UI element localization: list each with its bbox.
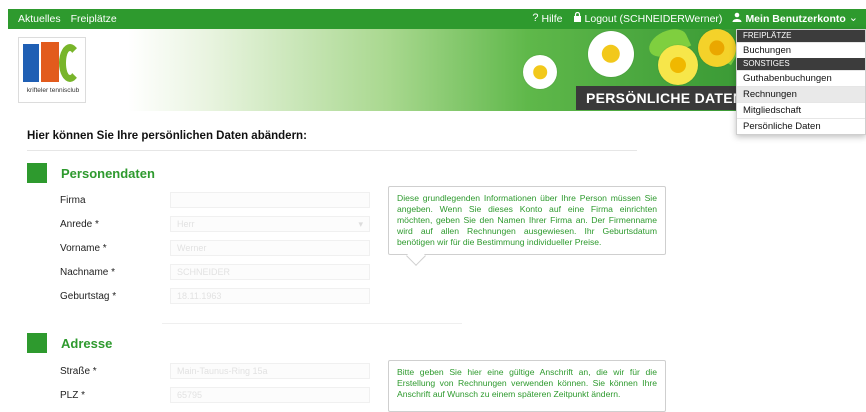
club-logo[interactable]: krifteler tennisclub [18, 37, 86, 103]
menu-item-buchungen[interactable]: Buchungen [737, 42, 865, 58]
field-label: Anrede * [60, 219, 99, 230]
menu-item-persoenliche-daten[interactable]: Persönliche Daten [737, 118, 865, 134]
strasse-input[interactable]: Main-Taunus-Ring 15a [170, 363, 370, 379]
menu-item-mitgliedschaft[interactable]: Mitgliedschaft [737, 102, 865, 118]
page-title: PERSÖNLICHE DATEN SCHN [576, 86, 750, 110]
menu-item-guthabenbuchungen[interactable]: Guthabenbuchungen [737, 70, 865, 86]
field-label: Nachname * [60, 267, 116, 278]
form-row-vorname: Vorname * Werner [60, 240, 380, 258]
vorname-input[interactable]: Werner [170, 240, 370, 256]
form-row-geburtstag: Geburtstag * 18.11.1963 [60, 288, 380, 306]
info-box-adresse: Bitte geben Sie hier eine gültige Anschr… [388, 360, 666, 412]
field-label: Vorname * [60, 243, 107, 254]
info-text: Diese grundlegenden Informationen über I… [397, 193, 657, 247]
menu-section-sonstiges: SONSTIGES [737, 58, 865, 70]
user-nav: ? Hilfe Logout (SCHNEIDERWerner) Mein Be… [532, 11, 858, 25]
geburtstag-input[interactable]: 18.11.1963 [170, 288, 370, 304]
menu-item-rechnungen[interactable]: Rechnungen [737, 86, 865, 102]
account-dropdown-menu: FREIPLÄTZE Buchungen SONSTIGES Guthabenb… [736, 29, 866, 135]
form-row-strasse: Straße * Main-Taunus-Ring 15a [60, 363, 380, 381]
logo-text: krifteler tennisclub [26, 87, 80, 94]
logout-label: Logout (SCHNEIDERWerner) [584, 12, 723, 25]
account-label: Mein Benutzerkonto [745, 12, 846, 25]
daffodil-flower-image [698, 29, 736, 67]
section-title: Adresse [61, 335, 113, 351]
logo-letter-k [23, 44, 39, 82]
divider [27, 150, 637, 151]
user-icon [732, 12, 742, 25]
field-label: Geburtstag * [60, 291, 117, 302]
nachname-input[interactable]: SCHNEIDER [170, 264, 370, 280]
nav-aktuelles[interactable]: Aktuelles [18, 13, 61, 25]
form-row-anrede: Anrede * Herr [60, 216, 380, 234]
intro-text: Hier können Sie Ihre persönlichen Daten … [27, 130, 307, 142]
field-label: Straße * [60, 366, 97, 377]
nav-freiplaetze[interactable]: Freiplätze [71, 13, 117, 25]
daffodil-flower-image [658, 45, 698, 85]
question-icon: ? [532, 12, 539, 24]
section-adresse: Adresse [27, 333, 112, 353]
logo-letter-c [59, 44, 81, 82]
logo-letter-t [41, 42, 59, 82]
daffodil-flower-image [588, 31, 634, 77]
section-marker [27, 163, 47, 183]
main-nav: Aktuelles Freiplätze [18, 13, 117, 25]
divider [162, 323, 462, 324]
top-nav-bar: Aktuelles Freiplätze ? Hilfe Logout (SCH… [8, 9, 866, 29]
anrede-select[interactable]: Herr [170, 216, 370, 232]
help-link[interactable]: ? Hilfe [532, 13, 562, 25]
account-menu-toggle[interactable]: Mein Benutzerkonto ⌄ [732, 12, 858, 25]
menu-section-freiplaetze: FREIPLÄTZE [737, 30, 865, 42]
logout-link[interactable]: Logout (SCHNEIDERWerner) [573, 11, 723, 25]
info-box-personendaten: Diese grundlegenden Informationen über I… [388, 186, 666, 266]
form-row-nachname: Nachname * SCHNEIDER [60, 264, 380, 282]
help-label: Hilfe [541, 12, 563, 25]
section-personendaten: Personendaten [27, 163, 155, 183]
field-label: Firma [60, 195, 86, 206]
section-marker [27, 333, 47, 353]
chevron-down-icon: ⌄ [848, 12, 858, 24]
firma-input[interactable] [170, 192, 370, 208]
lock-icon [573, 11, 582, 25]
plz-input[interactable]: 65795 [170, 387, 370, 403]
section-title: Personendaten [61, 165, 155, 181]
form-row-plz: PLZ * 65795 [60, 387, 380, 405]
form-row-firma: Firma [60, 192, 380, 210]
info-text: Bitte geben Sie hier eine gültige Anschr… [397, 367, 657, 399]
speech-tail [406, 246, 426, 266]
field-label: PLZ * [60, 390, 86, 401]
daffodil-flower-image [523, 55, 557, 89]
